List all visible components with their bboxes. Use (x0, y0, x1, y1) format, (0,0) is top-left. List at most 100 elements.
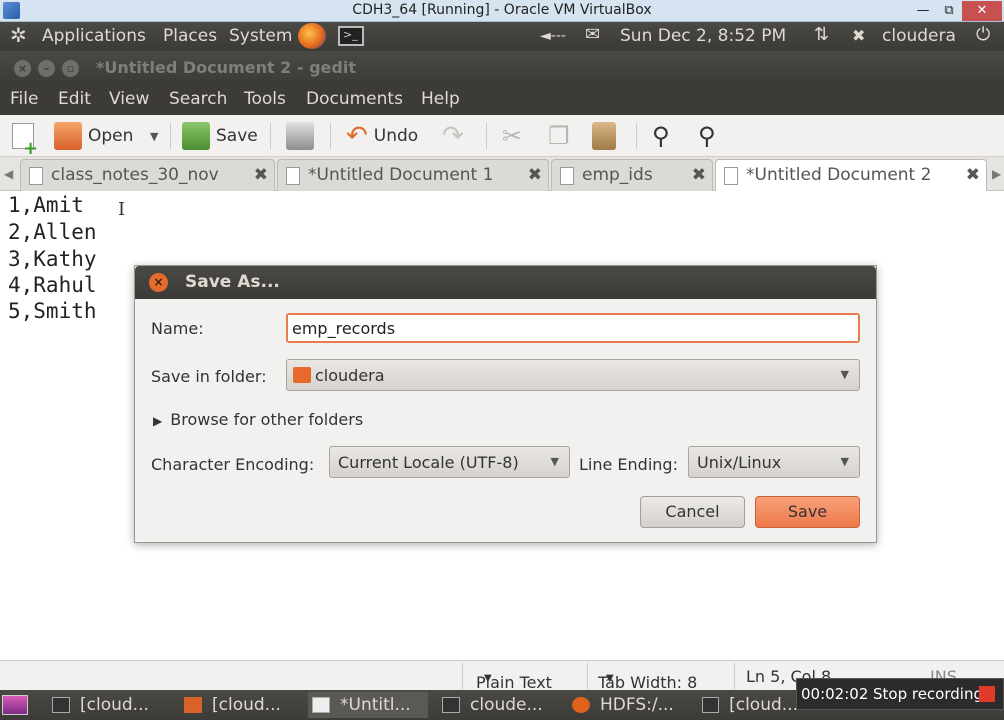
toolbar-separator (636, 123, 637, 149)
terminal-icon (702, 697, 720, 713)
clock[interactable]: Sun Dec 2, 8:52 PM (620, 26, 786, 46)
toolbar-separator (486, 123, 487, 149)
gnome-top-panel: ✲ Applications Places System >_ ◄--- ✉ S… (0, 22, 1004, 51)
system-menu[interactable]: System (229, 26, 292, 46)
save-button[interactable]: Save (182, 121, 258, 151)
toolbar: + Open ▼ Save ↶ Undo ↷ ✂ ❐ ⚲ ⚲ (0, 115, 1004, 159)
menu-file[interactable]: File (10, 89, 38, 109)
save-label: Save (216, 126, 258, 146)
stop-recording-button[interactable]: Stop recording (873, 685, 983, 703)
chevron-down-icon: ▼ (840, 455, 849, 468)
menu-documents[interactable]: Documents (306, 89, 403, 109)
chevron-down-icon: ▼ (550, 455, 559, 468)
line-ending-label: Line Ending: (579, 455, 678, 474)
ibeam-cursor-icon: I (118, 199, 126, 220)
network-icon[interactable]: ⇅ (814, 24, 829, 45)
tab-emp-ids[interactable]: emp_ids ✖ (551, 159, 713, 191)
print-icon (286, 122, 314, 150)
scroll-tabs-right-icon[interactable]: ▶ (992, 167, 1001, 181)
open-recent-dropdown[interactable]: ▼ (150, 121, 158, 151)
menu-help[interactable]: Help (421, 89, 460, 109)
undo-label: Undo (373, 126, 419, 146)
volume-icon[interactable]: ◄--- (540, 28, 566, 44)
user-menu[interactable]: cloudera (882, 26, 956, 46)
places-menu[interactable]: Places (163, 26, 217, 46)
stop-icon[interactable] (979, 686, 995, 702)
chevron-down-icon: ▼ (606, 673, 614, 684)
print-button[interactable] (286, 121, 320, 151)
restore-button[interactable]: ⧉ (936, 1, 962, 21)
name-label: Name: (151, 319, 204, 338)
open-button[interactable]: Open (54, 121, 133, 151)
recording-overlay: 00:02:02 Stop recording (796, 678, 1004, 710)
save-folder-select[interactable]: cloudera ▼ (286, 359, 860, 391)
tab-class-notes[interactable]: class_notes_30_nov ✖ (20, 159, 275, 191)
document-icon (29, 167, 43, 185)
taskbar-item[interactable]: cloude... (442, 692, 560, 718)
cut-button[interactable]: ✂ (502, 121, 522, 151)
terminal-icon[interactable]: >_ (338, 26, 364, 46)
minimize-button[interactable]: — (910, 1, 936, 21)
undo-icon: ↶ (346, 121, 368, 151)
toolbar-separator (270, 123, 271, 149)
tab-untitled-2[interactable]: *Untitled Document 2 ✖ (715, 159, 987, 191)
firefox-icon (572, 697, 590, 713)
mail-icon[interactable]: ✉ (585, 24, 600, 45)
redo-icon: ↷ (442, 121, 464, 151)
encoding-label: Character Encoding: (151, 455, 315, 474)
firefox-icon[interactable] (298, 23, 326, 49)
line-ending-select[interactable]: Unix/Linux ▼ (688, 446, 860, 478)
editor-line: 4,Rahul (8, 273, 97, 297)
tab-close-icon[interactable]: ✖ (528, 165, 542, 185)
undo-button[interactable]: ↶ Undo (346, 121, 418, 151)
dialog-titlebar: × Save As... (135, 266, 876, 299)
taskbar-item[interactable]: *Untitl... (308, 692, 428, 718)
toolbar-separator (170, 123, 171, 149)
copy-button[interactable]: ❐ (548, 121, 570, 151)
save-dialog-button[interactable]: Save (755, 496, 860, 528)
search-icon: ⚲ (652, 122, 670, 150)
recording-timer: 00:02:02 (801, 685, 869, 703)
find-button[interactable]: ⚲ (652, 121, 670, 151)
session-icon[interactable]: ✖ (852, 26, 865, 45)
file-name-input[interactable] (286, 313, 860, 343)
tab-close-icon[interactable]: ✖ (254, 165, 268, 185)
taskbar-item[interactable]: HDFS:/... (572, 692, 690, 718)
taskbar-item[interactable]: [cloud... (52, 692, 170, 718)
menu-view[interactable]: View (109, 89, 149, 109)
window-minimize-icon[interactable]: – (38, 60, 55, 77)
ubuntu-logo-icon[interactable]: ✲ (10, 23, 27, 47)
taskbar-item[interactable]: [cloud... (702, 692, 798, 718)
menu-edit[interactable]: Edit (58, 89, 91, 109)
scroll-tabs-left-icon[interactable]: ◀ (4, 167, 13, 181)
replace-button[interactable]: ⚲ (698, 121, 716, 151)
tab-close-icon[interactable]: ✖ (966, 165, 980, 185)
dialog-close-icon[interactable]: × (149, 273, 168, 292)
copy-icon: ❐ (548, 122, 570, 150)
folder-label: Save in folder: (151, 367, 267, 386)
host-close-button[interactable]: ✕ (962, 1, 1002, 21)
menu-search[interactable]: Search (169, 89, 227, 109)
status-separator (587, 663, 588, 689)
applications-menu[interactable]: Applications (42, 26, 146, 46)
toolbar-separator (330, 123, 331, 149)
window-title: *Untitled Document 2 - gedit (96, 58, 356, 77)
new-button[interactable]: + (12, 121, 40, 159)
tab-close-icon[interactable]: ✖ (692, 165, 706, 185)
show-desktop-icon[interactable] (2, 695, 28, 715)
redo-button[interactable]: ↷ (442, 121, 464, 151)
window-close-icon[interactable]: × (14, 60, 31, 77)
browse-folders-expander[interactable]: ▶ Browse for other folders (153, 410, 363, 429)
encoding-select[interactable]: Current Locale (UTF-8) ▼ (329, 446, 570, 478)
open-folder-icon (54, 122, 82, 150)
paste-button[interactable] (592, 121, 616, 151)
window-maximize-icon[interactable]: ▫ (62, 60, 79, 77)
tab-untitled-1[interactable]: *Untitled Document 1 ✖ (277, 159, 549, 191)
paste-icon (592, 122, 616, 150)
power-icon[interactable]: ⏻ (976, 24, 990, 45)
taskbar-item[interactable]: [cloud... (184, 692, 302, 718)
cancel-button[interactable]: Cancel (640, 496, 745, 528)
status-separator (734, 663, 735, 689)
menu-tools[interactable]: Tools (244, 89, 286, 109)
editor-line: 1,Amit (8, 193, 84, 217)
